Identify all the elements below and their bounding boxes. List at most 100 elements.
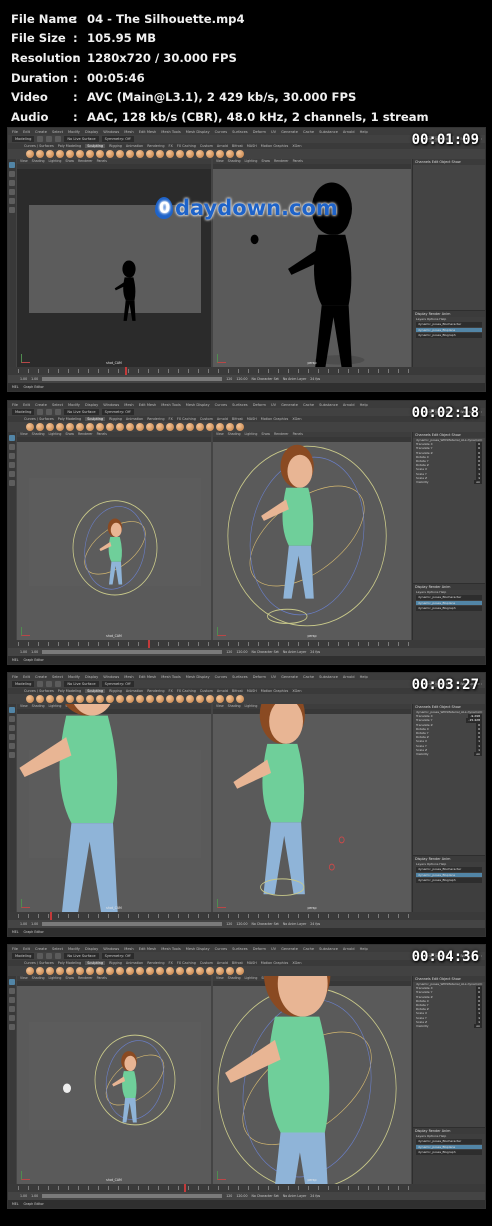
sculpt-brush-icon[interactable] <box>26 967 34 975</box>
left-viewport[interactable]: ViewShadingLightingShowRendererPanels sh… <box>17 159 211 367</box>
shelf-tab-poly-modeling[interactable]: Poly Modeling <box>58 417 81 421</box>
sculpt-brush-icon[interactable] <box>76 967 84 975</box>
menu-substance[interactable]: Substance <box>319 675 338 679</box>
range-end[interactable]: 120.00 <box>236 377 247 381</box>
playback-end[interactable]: 120 <box>226 922 232 926</box>
shelf-tab-xgen[interactable]: XGen <box>292 961 301 965</box>
lasso-tool-icon[interactable] <box>9 988 15 994</box>
symmetry-dropdown[interactable]: Symmetry: Off <box>101 409 134 415</box>
select-tool-icon[interactable] <box>9 435 15 441</box>
sculpt-brush-icon[interactable] <box>126 423 134 431</box>
save-scene-icon[interactable] <box>55 953 62 959</box>
menu-cache[interactable]: Cache <box>303 130 314 134</box>
time-slider[interactable] <box>8 912 485 920</box>
sculpt-brush-icon[interactable] <box>146 967 154 975</box>
shelf-tab-rigging[interactable]: Rigging <box>109 417 122 421</box>
move-tool-icon[interactable] <box>9 462 15 468</box>
sculpt-brush-icon[interactable] <box>136 150 144 158</box>
sculpt-brush-icon[interactable] <box>146 423 154 431</box>
shelf-tab-curves-surfaces[interactable]: Curves / Surfaces <box>24 689 54 693</box>
shelf-tab-motion-graphics[interactable]: Motion Graphics <box>261 417 289 421</box>
sculpt-brush-icon[interactable] <box>146 695 154 703</box>
lasso-tool-icon[interactable] <box>9 716 15 722</box>
sculpt-brush-icon[interactable] <box>26 695 34 703</box>
menu-deform[interactable]: Deform <box>253 947 266 951</box>
mode-dropdown[interactable]: Modeling <box>12 409 35 415</box>
shelf-tab-rigging[interactable]: Rigging <box>109 144 122 148</box>
shelf-tab-fx[interactable]: FX <box>169 961 173 965</box>
menu-cache[interactable]: Cache <box>303 403 314 407</box>
sculpt-brush-icon[interactable] <box>86 967 94 975</box>
menu-display[interactable]: Display <box>85 675 98 679</box>
symmetry-dropdown[interactable]: Symmetry: Off <box>101 681 134 687</box>
new-scene-icon[interactable] <box>37 681 44 687</box>
sculpt-brush-icon[interactable] <box>156 150 164 158</box>
sculpt-brush-icon[interactable] <box>46 967 54 975</box>
display-layer[interactable]: dynamic_poses_BGplane <box>416 1144 482 1150</box>
shelf-tab-curves-surfaces[interactable]: Curves / Surfaces <box>24 417 54 421</box>
shelf-tab-motion-graphics[interactable]: Motion Graphics <box>261 144 289 148</box>
shelf-tab-custom[interactable]: Custom <box>200 417 213 421</box>
sculpt-brush-icon[interactable] <box>166 695 174 703</box>
menu-file[interactable]: File <box>12 403 18 407</box>
left-viewport[interactable]: ViewShadingLightingShowRendererPanels sh… <box>17 976 211 1184</box>
fps-dropdown[interactable]: 24 fps <box>310 377 320 381</box>
sculpt-brush-icon[interactable] <box>46 423 54 431</box>
sculpt-brush-icon[interactable] <box>26 423 34 431</box>
symmetry-dropdown[interactable]: Symmetry: Off <box>101 953 134 959</box>
sculpt-brush-icon[interactable] <box>206 423 214 431</box>
sculpt-brush-icon[interactable] <box>56 695 64 703</box>
shelf-tab-arnold[interactable]: Arnold <box>217 144 228 148</box>
shelf-tab-xgen[interactable]: XGen <box>292 417 301 421</box>
menu-generate[interactable]: Generate <box>281 403 298 407</box>
menu-edit-mesh[interactable]: Edit Mesh <box>139 130 157 134</box>
sculpt-brush-icon[interactable] <box>176 423 184 431</box>
sculpt-brush-icon[interactable] <box>76 423 84 431</box>
anim-layer-dropdown[interactable]: No Anim Layer <box>283 1194 306 1198</box>
shelf-tab-rigging[interactable]: Rigging <box>109 961 122 965</box>
menu-display[interactable]: Display <box>85 947 98 951</box>
layer-menu[interactable]: Layers Options Help <box>413 862 485 866</box>
sculpt-brush-icon[interactable] <box>236 967 244 975</box>
live-surface-field[interactable]: No Live Surface <box>64 681 99 687</box>
live-surface-field[interactable]: No Live Surface <box>64 953 99 959</box>
fps-dropdown[interactable]: 24 fps <box>310 1194 320 1198</box>
playhead[interactable] <box>183 1184 186 1192</box>
range-slider-bar[interactable] <box>42 377 223 381</box>
menu-arnold[interactable]: Arnold <box>343 947 355 951</box>
menu-deform[interactable]: Deform <box>253 675 266 679</box>
sculpt-brush-icon[interactable] <box>96 695 104 703</box>
menu-mesh-display[interactable]: Mesh Display <box>186 675 210 679</box>
display-layer[interactable]: dynamic_poses_BGcharacter <box>416 322 482 327</box>
move-tool-icon[interactable] <box>9 734 15 740</box>
menu-create[interactable]: Create <box>35 403 47 407</box>
sculpt-brush-icon[interactable] <box>36 695 44 703</box>
menu-uv[interactable]: UV <box>271 130 276 134</box>
menu-arnold[interactable]: Arnold <box>343 675 355 679</box>
command-language[interactable]: MEL <box>12 385 19 389</box>
sculpt-brush-icon[interactable] <box>216 967 224 975</box>
playhead[interactable] <box>148 640 151 648</box>
display-layer[interactable]: dynamic_poses_BGgraph <box>416 1150 482 1155</box>
left-viewport[interactable]: ViewShadingLightingShowRendererPanels sh… <box>17 432 211 640</box>
sculpt-brush-icon[interactable] <box>116 423 124 431</box>
sculpt-brush-icon[interactable] <box>46 150 54 158</box>
menu-select[interactable]: Select <box>52 403 63 407</box>
sculpt-brush-icon[interactable] <box>96 967 104 975</box>
sculpt-brush-icon[interactable] <box>76 150 84 158</box>
menu-modify[interactable]: Modify <box>68 947 80 951</box>
sculpt-brush-icon[interactable] <box>186 150 194 158</box>
open-scene-icon[interactable] <box>46 681 53 687</box>
layer-menu[interactable]: Layers Options Help <box>413 1134 485 1138</box>
menu-cache[interactable]: Cache <box>303 675 314 679</box>
anim-layer-dropdown[interactable]: No Anim Layer <box>283 377 306 381</box>
command-language[interactable]: MEL <box>12 930 19 934</box>
anim-layer-dropdown[interactable]: No Anim Layer <box>283 650 306 654</box>
range-end[interactable]: 120.00 <box>236 1194 247 1198</box>
shelf-tab-animation[interactable]: Animation <box>126 689 143 693</box>
menu-help[interactable]: Help <box>360 130 368 134</box>
menu-substance[interactable]: Substance <box>319 947 338 951</box>
character-set-dropdown[interactable]: No Character Set <box>251 650 278 654</box>
shelf-tab-poly-modeling[interactable]: Poly Modeling <box>58 689 81 693</box>
shelf-tab-bifrost[interactable]: Bifrost <box>232 417 243 421</box>
